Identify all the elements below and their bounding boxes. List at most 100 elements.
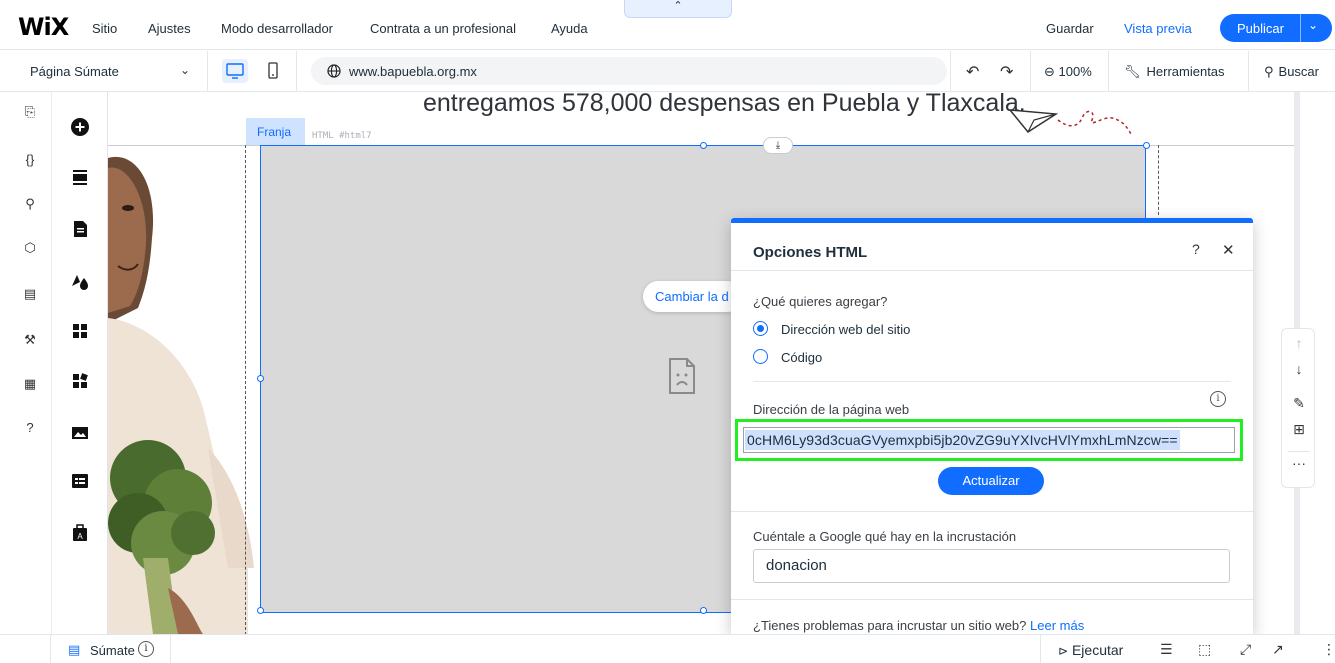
publish-button[interactable]: Publicar ⌄ [1220, 14, 1332, 42]
chevron-down-icon[interactable]: ⌄ [180, 63, 190, 77]
apps-icon[interactable]: ▦ [22, 376, 38, 392]
globe-icon [327, 64, 341, 78]
element-id-tag: HTML #html7 [312, 131, 372, 141]
resize-handle-top-right[interactable] [1143, 142, 1150, 149]
undo-icon[interactable]: ↶ [966, 62, 979, 82]
section-headline[interactable]: entregamos 578,000 despensas en Puebla y… [423, 92, 1026, 118]
portfolio-icon[interactable]: A [69, 522, 91, 544]
google-description-input[interactable]: donacion [753, 549, 1230, 583]
select-area-icon[interactable]: ⬚ [1198, 641, 1211, 658]
pencil-icon[interactable]: ✎ [1282, 395, 1316, 412]
apps-icon[interactable] [69, 320, 91, 342]
close-icon[interactable]: ✕ [1222, 241, 1235, 259]
page-name[interactable]: Súmate [90, 643, 135, 658]
help-icon[interactable]: ? [22, 420, 38, 435]
desktop-view-button[interactable] [222, 59, 248, 83]
collapse-handle[interactable]: ⌃ [624, 0, 732, 18]
search-icon: ⚲ [1264, 64, 1274, 79]
package-icon[interactable]: ⬡ [22, 240, 38, 256]
website-url-value: 0cHM6Ly93d3cuaGVyemxpbi5jb20vZG9uYXIvcHV… [745, 430, 1180, 450]
page-selector[interactable]: Página Súmate [30, 64, 119, 79]
highlight-frame: 0cHM6Ly93d3cuaGVyemxpbi5jb20vZG9uYXIvcHV… [735, 419, 1243, 461]
site-url-bar[interactable]: www.bapuebla.org.mx [311, 57, 947, 85]
divider [731, 270, 1253, 271]
radio-code[interactable] [753, 349, 768, 364]
media-icon[interactable] [69, 422, 91, 444]
menu-modo-desarrollador[interactable]: Modo desarrollador [221, 21, 333, 36]
website-url-input[interactable]: 0cHM6Ly93d3cuaGVyemxpbi5jb20vZG9uYXIvcHV… [743, 427, 1235, 453]
embed-help-question: ¿Tienes problemas para incrustar un siti… [753, 618, 1027, 633]
svg-text:A: A [77, 532, 83, 541]
arrow-up-icon[interactable]: ↑ [1282, 335, 1316, 351]
divider [1288, 451, 1310, 452]
url-field-label: Dirección de la página web [753, 402, 910, 417]
open-external-icon[interactable]: ↗ [1272, 641, 1284, 658]
pages-icon[interactable] [69, 218, 91, 240]
tools-label: Herramientas [1146, 64, 1225, 79]
divider [1030, 51, 1031, 92]
read-more-link[interactable]: Leer más [1030, 618, 1084, 633]
publish-label: Publicar [1237, 21, 1284, 36]
divider [731, 511, 1253, 512]
wix-logo[interactable]: WiX [18, 13, 69, 41]
desktop-icon [226, 63, 244, 79]
layout-icon[interactable]: ⊞ [1282, 421, 1316, 438]
menu-contrata-profesional[interactable]: Contrata a un profesional [370, 21, 516, 36]
resize-handle-bottom[interactable] [700, 607, 707, 614]
top-bar: WiX Sitio Ajustes Modo desarrollador Con… [0, 0, 1335, 50]
wrench-icon[interactable]: ⚒ [22, 332, 38, 348]
menu-sitio[interactable]: Sitio [92, 21, 117, 36]
help-icon[interactable]: ? [1192, 241, 1200, 257]
preview-button[interactable]: Vista previa [1124, 21, 1192, 36]
change-address-button[interactable]: Cambiar la d [643, 281, 743, 312]
resize-handle-left[interactable] [257, 375, 264, 382]
design-icon[interactable] [69, 270, 91, 292]
mobile-view-button[interactable] [260, 59, 286, 83]
arrow-down-icon[interactable]: ↓ [1282, 361, 1316, 377]
menu-ajustes[interactable]: Ajustes [148, 21, 191, 36]
dev-rail: ⎘ {} ⚲ ⬡ ▤ ⚒ ▦ ? [0, 92, 52, 634]
save-button[interactable]: Guardar [1046, 21, 1094, 36]
option-code[interactable]: Código [781, 350, 822, 365]
collapse-icon[interactable]: ⤢ [1240, 641, 1251, 658]
chevron-down-icon[interactable]: ⌄ [1308, 18, 1318, 32]
zoom-control[interactable]: ⊖ 100% [1044, 64, 1092, 80]
add-icon[interactable] [69, 116, 91, 138]
divider [731, 599, 1253, 600]
code-braces-icon[interactable]: {} [22, 152, 38, 167]
radio-website-address[interactable] [753, 321, 768, 336]
info-icon[interactable]: i [1210, 391, 1226, 407]
search-label: Buscar [1278, 64, 1319, 79]
google-description-label: Cuéntale a Google qué hay en la incrusta… [753, 529, 1017, 544]
business-apps-icon[interactable] [69, 370, 91, 392]
more-vertical-icon[interactable]: ⋮ [1322, 641, 1335, 658]
redo-icon[interactable]: ↷ [1000, 62, 1013, 82]
divider [1040, 635, 1041, 663]
resize-handle-top[interactable] [700, 142, 707, 149]
divider [753, 381, 1231, 382]
more-icon[interactable]: ··· [1282, 455, 1316, 471]
resize-handle-bottom-left[interactable] [257, 607, 264, 614]
download-icon[interactable]: ⤓ [763, 137, 793, 154]
search-icon[interactable]: ⚲ [22, 196, 38, 212]
update-button[interactable]: Actualizar [938, 467, 1044, 495]
option-website-address[interactable]: Dirección web del sitio [781, 322, 910, 337]
element-quick-toolbar: ↑ ↓ ✎ ⊞ ··· [1281, 328, 1315, 488]
divider [207, 51, 208, 92]
wrench-icon: 🔧︎ [1124, 64, 1141, 79]
run-label: Ejecutar [1071, 642, 1124, 658]
menu-ayuda[interactable]: Ayuda [551, 21, 588, 36]
site-url: www.bapuebla.org.mx [349, 64, 477, 79]
cms-icon[interactable] [69, 470, 91, 492]
database-icon[interactable]: ▤ [22, 286, 38, 302]
indent-icon[interactable]: ☰ [1160, 641, 1173, 658]
tools-button[interactable]: 🔧︎ Herramientas [1124, 64, 1225, 80]
pages-code-icon[interactable]: ⎘ [22, 104, 38, 120]
sections-icon[interactable] [69, 166, 91, 188]
run-button[interactable]: ⊳ Ejecutar [1058, 642, 1123, 658]
child-with-broccoli-image [108, 156, 254, 634]
strip-label[interactable]: Franja [246, 118, 305, 145]
publish-separator [1300, 14, 1301, 42]
info-icon[interactable]: i [138, 641, 154, 657]
search-button[interactable]: ⚲ Buscar [1264, 64, 1319, 80]
